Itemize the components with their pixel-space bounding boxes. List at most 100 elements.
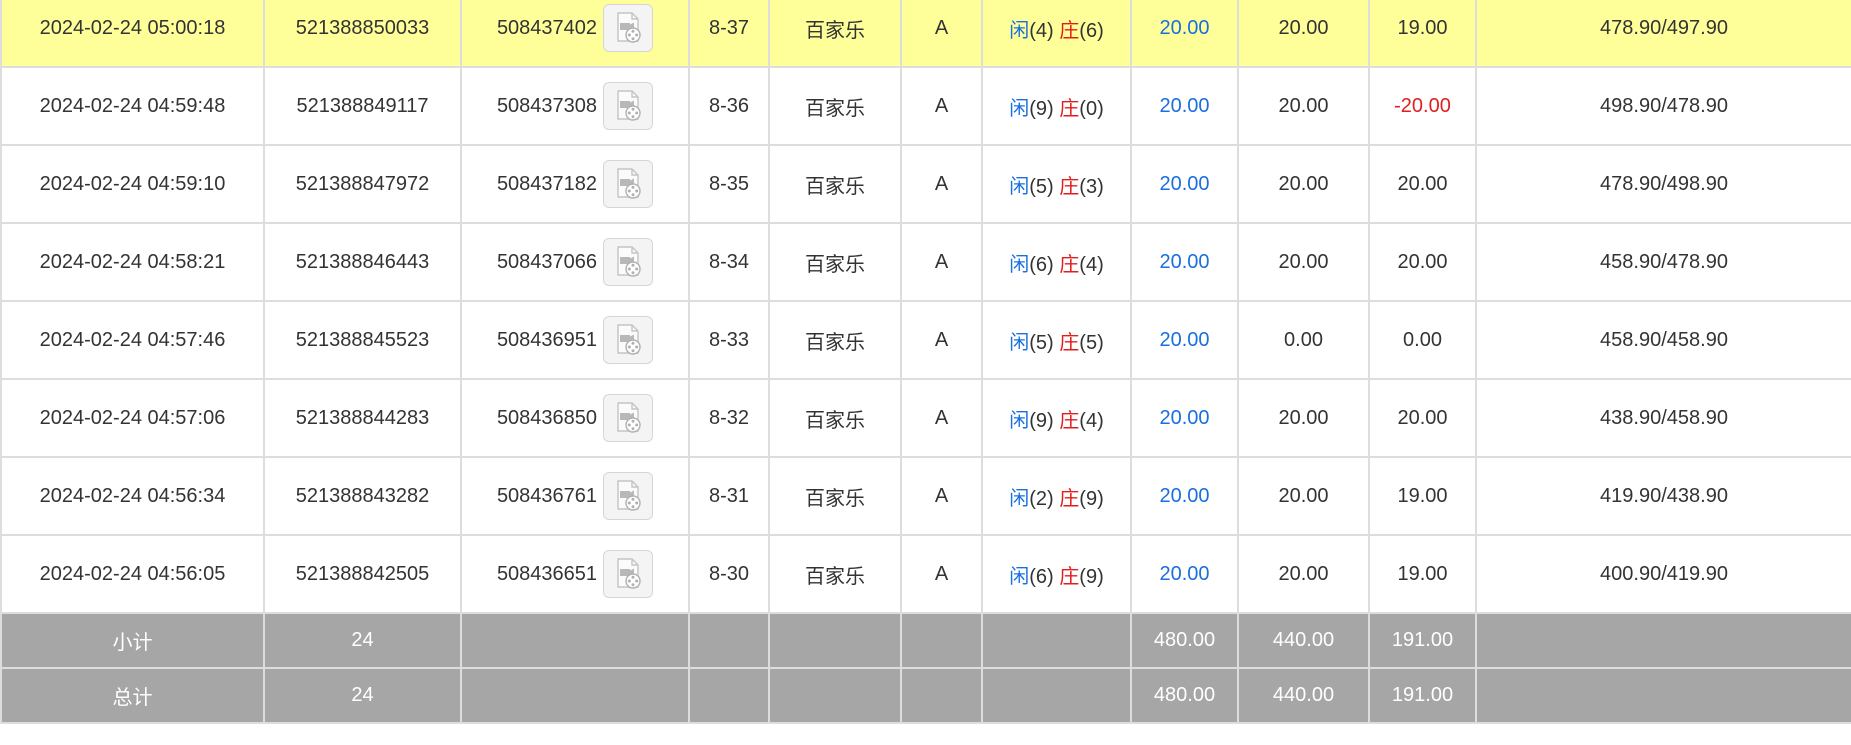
order-number-cell: 521388842505	[263, 534, 462, 614]
summary-empty-cell	[1475, 667, 1851, 724]
table-row: 2024-02-24 05:00:18 521388850033 508437402…	[0, 0, 1851, 68]
table-row: 2024-02-24 04:58:21 521388846443 508437066…	[0, 222, 1851, 302]
banker-points: (9)	[1079, 565, 1104, 588]
banker-label: 庄	[1059, 19, 1080, 42]
bet-amount-cell: 20.00	[1130, 456, 1239, 536]
video-replay-button[interactable]	[603, 472, 654, 520]
player-label: 闲	[1009, 487, 1030, 510]
table-row: 2024-02-24 04:56:05 521388842505 508436651…	[0, 534, 1851, 614]
banker-points: (3)	[1079, 175, 1104, 198]
video-replay-icon	[617, 90, 641, 121]
order-number-cell: 521388843282	[263, 456, 462, 536]
valid-bet-cell: 20.00	[1237, 66, 1370, 146]
bet-time-cell: 2024-02-24 04:57:06	[0, 378, 265, 458]
bet-amount-cell: 20.00	[1130, 300, 1239, 380]
game-number: 508436850	[496, 406, 598, 429]
table-cell: A	[900, 378, 983, 458]
valid-bet-cell: 20.00	[1237, 456, 1370, 536]
player-label: 闲	[1009, 409, 1030, 432]
subtotal-row: 小计 24 480.00 440.00 191.00	[0, 612, 1851, 669]
bet-time-cell: 2024-02-24 04:59:10	[0, 144, 265, 224]
banker-points: (4)	[1079, 409, 1104, 432]
banker-label: 庄	[1059, 175, 1080, 198]
bet-amount-cell: 20.00	[1130, 222, 1239, 302]
game-number-cell: 508436951	[460, 300, 690, 380]
video-replay-icon	[617, 402, 641, 433]
order-number-cell: 521388849117	[263, 66, 462, 146]
video-replay-icon	[617, 480, 641, 511]
game-number-cell: 508437402	[460, 0, 690, 68]
bet-amount-cell: 20.00	[1130, 534, 1239, 614]
player-label: 闲	[1009, 253, 1030, 276]
video-replay-button[interactable]	[603, 4, 654, 52]
player-points: (5)	[1029, 175, 1054, 198]
video-replay-button[interactable]	[603, 394, 654, 442]
table-cell: A	[900, 534, 983, 614]
game-number-group: 508437402	[496, 4, 654, 52]
valid-bet-cell: 20.00	[1237, 378, 1370, 458]
video-replay-button[interactable]	[603, 316, 654, 364]
game-type-cell: 百家乐	[768, 300, 902, 380]
table-row: 2024-02-24 04:59:10 521388847972 508437182…	[0, 144, 1851, 224]
table-row: 2024-02-24 04:57:06 521388844283 508436850…	[0, 378, 1851, 458]
round-cell: 8-34	[688, 222, 770, 302]
game-number-group: 508437308	[497, 82, 654, 130]
summary-label: 总计	[0, 667, 265, 724]
result-cell: 闲(5) 庄(5)	[981, 300, 1132, 380]
game-type-cell: 百家乐	[768, 378, 902, 458]
game-type-cell: 百家乐	[768, 66, 902, 146]
video-replay-button[interactable]	[603, 82, 654, 130]
table-row: 2024-02-24 04:56:34 521388843282 508436761…	[0, 456, 1851, 536]
round-cell: 8-36	[688, 66, 770, 146]
bet-amount-cell: 20.00	[1130, 0, 1239, 68]
valid-bet-cell: 20.00	[1237, 0, 1370, 68]
summary-count: 24	[263, 612, 462, 669]
summary-empty-cell	[900, 667, 983, 724]
video-replay-button[interactable]	[603, 550, 654, 598]
video-replay-button[interactable]	[603, 238, 654, 286]
game-number: 508437402	[496, 16, 598, 39]
win-loss-cell: 20.00	[1368, 222, 1477, 302]
result-cell: 闲(9) 庄(0)	[981, 66, 1132, 146]
win-loss-cell: 19.00	[1368, 456, 1477, 536]
banker-label: 庄	[1059, 487, 1080, 510]
order-number-cell: 521388847972	[263, 144, 462, 224]
player-points: (5)	[1029, 331, 1054, 354]
summary-win-loss: 191.00	[1368, 667, 1477, 724]
win-loss-cell: 20.00	[1368, 144, 1477, 224]
player-points: (6)	[1029, 253, 1054, 276]
player-points: (4)	[1029, 19, 1054, 42]
summary-empty-cell	[460, 612, 690, 669]
summary-empty-cell	[981, 612, 1132, 669]
game-number: 508437066	[496, 250, 598, 273]
table-cell: A	[900, 456, 983, 536]
video-replay-button[interactable]	[603, 160, 654, 208]
round-cell: 8-35	[688, 144, 770, 224]
banker-label: 庄	[1059, 97, 1080, 120]
win-loss-cell: 0.00	[1368, 300, 1477, 380]
player-label: 闲	[1009, 97, 1030, 120]
order-number-cell: 521388850033	[263, 0, 462, 68]
game-number: 508437182	[496, 172, 598, 195]
banker-label: 庄	[1059, 331, 1080, 354]
game-number-cell: 508437308	[460, 66, 690, 146]
bet-records-table: 2024-02-24 05:00:18 521388850033 508437402…	[0, 0, 1851, 724]
table-row: 2024-02-24 04:59:48 521388849117 508437308…	[0, 66, 1851, 146]
order-number-cell: 521388845523	[263, 300, 462, 380]
summary-empty-cell	[981, 667, 1132, 724]
win-loss-cell: 19.00	[1368, 0, 1477, 68]
summary-valid-bet: 440.00	[1237, 612, 1370, 669]
table-cell: A	[900, 144, 983, 224]
table-cell: A	[900, 222, 983, 302]
table-cell: A	[900, 66, 983, 146]
game-number-group: 508436651	[497, 550, 654, 598]
game-number-cell: 508436761	[460, 456, 690, 536]
summary-win-loss: 191.00	[1368, 612, 1477, 669]
game-number-group: 508437066	[496, 238, 654, 286]
player-points: (9)	[1029, 97, 1054, 120]
bet-time-cell: 2024-02-24 04:56:05	[0, 534, 265, 614]
balance-cell: 458.90/478.90	[1475, 222, 1851, 302]
video-replay-icon	[617, 324, 641, 355]
player-points: (6)	[1029, 565, 1054, 588]
total-row: 总计 24 480.00 440.00 191.00	[0, 667, 1851, 724]
